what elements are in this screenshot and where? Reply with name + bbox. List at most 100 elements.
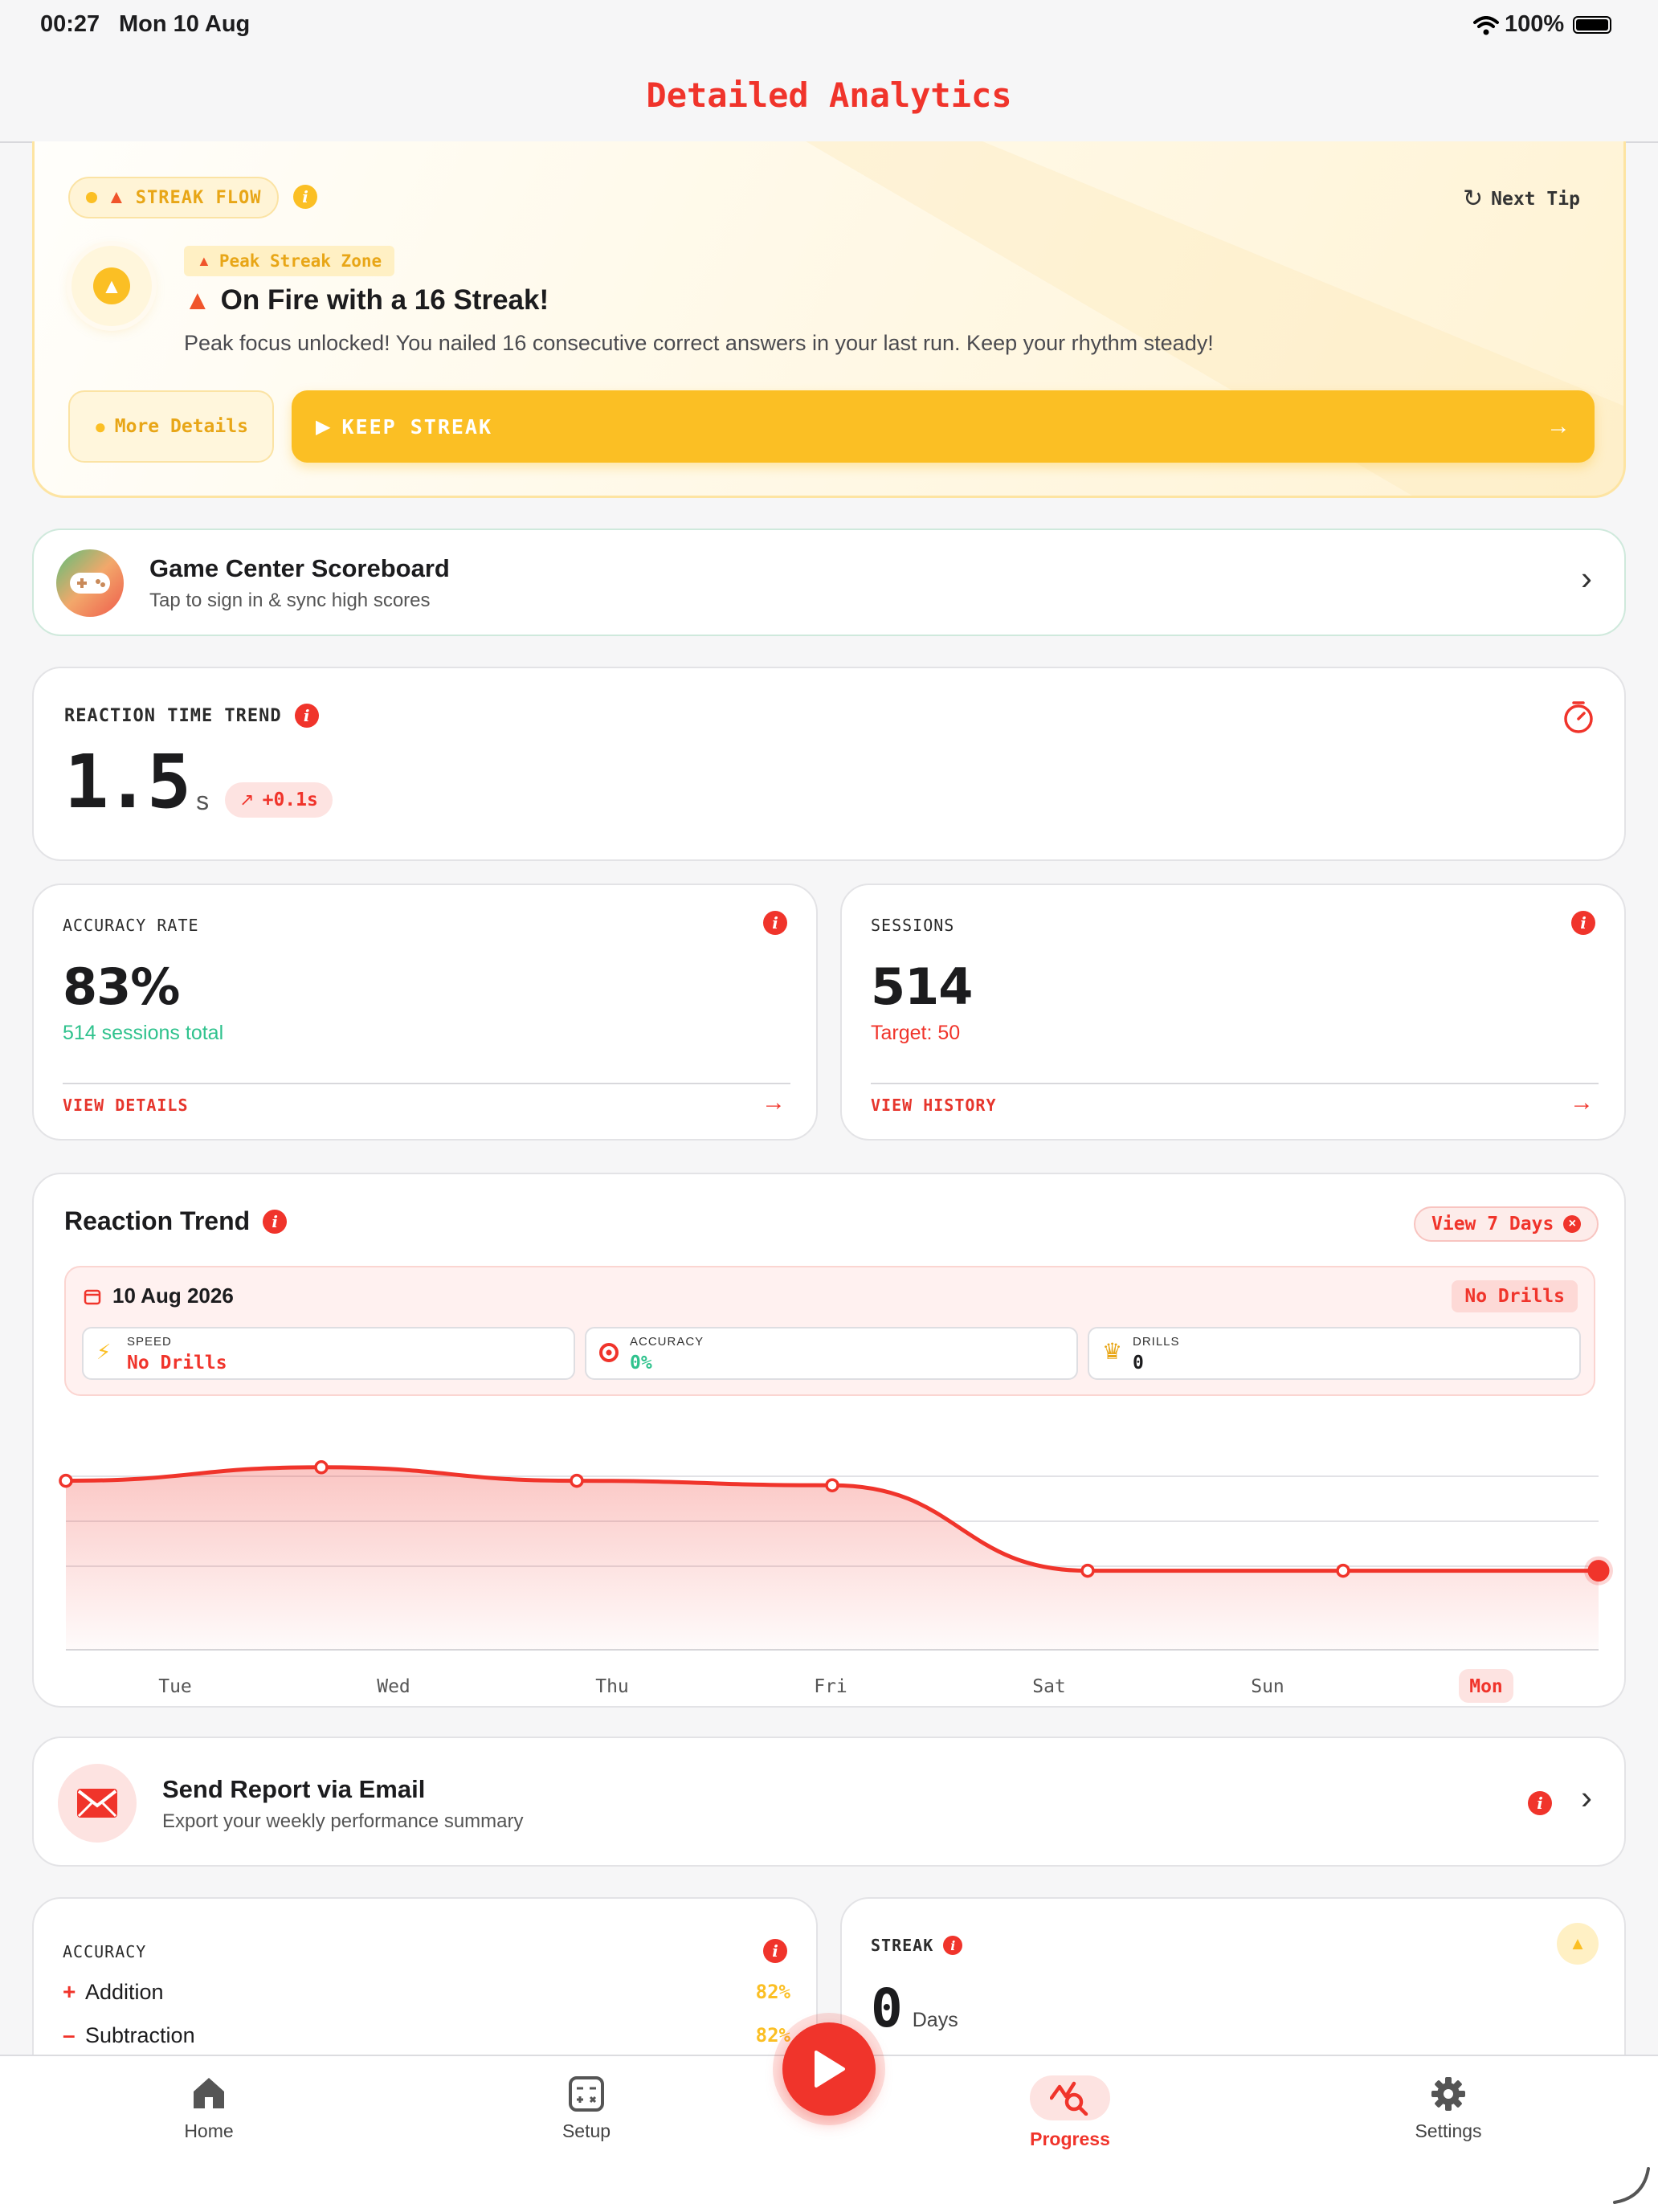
keep-streak-button[interactable]: ▶ KEEP STREAK → bbox=[292, 390, 1595, 463]
tab-home-label: Home bbox=[184, 2120, 234, 2141]
reaction-trend-header: Reaction Trend i bbox=[64, 1206, 288, 1236]
data-point-fri[interactable] bbox=[825, 1478, 839, 1492]
accuracy-row-subtraction: – Subtraction 82% bbox=[63, 2022, 790, 2048]
streak-headline-row: ▲ On Fire with a 16 Streak! bbox=[184, 284, 549, 316]
gear-icon bbox=[1431, 2077, 1465, 2111]
play-fab[interactable] bbox=[782, 2022, 876, 2116]
play-icon bbox=[815, 2051, 845, 2088]
arrow-right-icon[interactable]: → bbox=[1570, 1089, 1594, 1116]
data-point-thu[interactable] bbox=[570, 1473, 584, 1488]
x-tick-label-tue[interactable]: Tue bbox=[158, 1676, 192, 1697]
day-detail-date-row: 10 Aug 2026 bbox=[84, 1284, 234, 1308]
x-tick-label-thu[interactable]: Thu bbox=[595, 1676, 629, 1697]
reaction-trend-chart: Tue Wed Thu Fri Sat Sun Mon bbox=[59, 1460, 1613, 1703]
reaction-time-label: REACTION TIME TREND bbox=[64, 705, 282, 726]
metric-accuracy-label: ACCURACY bbox=[630, 1335, 704, 1349]
keep-streak-label: KEEP STREAK bbox=[341, 414, 493, 439]
streak-flow-label: STREAK FLOW bbox=[135, 187, 262, 208]
battery-icon bbox=[1573, 16, 1611, 34]
data-point-tue[interactable] bbox=[59, 1473, 73, 1488]
view-7-days-label: View 7 Days bbox=[1431, 1214, 1554, 1235]
streak-stat-unit: Days bbox=[912, 2009, 958, 2031]
divider bbox=[871, 1083, 1599, 1084]
mail-icon bbox=[77, 1789, 117, 1818]
tab-settings[interactable]: Settings bbox=[1368, 2075, 1529, 2172]
streak-stat-value-row: 0 Days bbox=[871, 1982, 958, 2035]
view-7-days-button[interactable]: View 7 Days × bbox=[1414, 1206, 1599, 1242]
info-icon[interactable]: i bbox=[293, 185, 317, 209]
chart-search-icon bbox=[1050, 2081, 1088, 2116]
corner-grabber-icon bbox=[1613, 2167, 1650, 2204]
email-report-row[interactable]: Send Report via Email Export your weekly… bbox=[32, 1737, 1626, 1867]
x-tick-label-fri[interactable]: Fri bbox=[814, 1676, 847, 1697]
delta-value: +0.1s bbox=[262, 790, 318, 810]
reaction-trend-card: Reaction Trend i View 7 Days × 10 Aug 20… bbox=[32, 1173, 1626, 1708]
calendar-icon bbox=[84, 1289, 101, 1304]
sessions-value: 514 bbox=[871, 957, 973, 1016]
tab-settings-label: Settings bbox=[1415, 2120, 1482, 2141]
info-icon[interactable]: i bbox=[763, 911, 787, 935]
minus-icon: – bbox=[63, 2022, 76, 2047]
play-icon: ▶ bbox=[316, 415, 331, 438]
accuracy-rate-card: ACCURACY RATE i 83% 514 sessions total V… bbox=[32, 884, 818, 1141]
game-center-row[interactable]: Game Center Scoreboard Tap to sign in & … bbox=[32, 529, 1626, 636]
metric-speed-value: No Drills bbox=[127, 1353, 227, 1373]
game-center-subtitle: Tap to sign in & sync high scores bbox=[149, 590, 431, 611]
arrow-right-icon: → bbox=[1546, 413, 1570, 439]
data-point-mon[interactable] bbox=[1587, 1560, 1610, 1582]
next-tip-button[interactable]: ↻ Next Tip bbox=[1463, 185, 1580, 213]
day-detail-panel: 10 Aug 2026 No Drills ⚡ SPEED No Drills … bbox=[64, 1266, 1595, 1396]
calculator-icon bbox=[569, 2076, 604, 2112]
sessions-target: Target: 50 bbox=[871, 1022, 961, 1044]
info-icon[interactable]: i bbox=[943, 1936, 963, 1955]
flame-icon: ▲ bbox=[93, 267, 130, 304]
tab-setup-label: Setup bbox=[562, 2120, 611, 2141]
info-icon[interactable]: i bbox=[1528, 1791, 1552, 1815]
flame-avatar: ▲ bbox=[71, 246, 152, 326]
info-icon[interactable]: i bbox=[263, 1209, 288, 1234]
x-tick-label-mon[interactable]: Mon bbox=[1469, 1676, 1503, 1697]
trend-area bbox=[66, 1467, 1599, 1650]
metric-speed-label: SPEED bbox=[127, 1335, 172, 1349]
wifi-icon bbox=[1473, 16, 1499, 35]
close-circle-icon: × bbox=[1563, 1215, 1582, 1233]
x-tick-label-sun[interactable]: Sun bbox=[1251, 1676, 1284, 1697]
tab-progress[interactable]: Progress bbox=[990, 2075, 1150, 2180]
email-report-subtitle: Export your weekly performance summary bbox=[162, 1810, 524, 1832]
x-tick-label-wed[interactable]: Wed bbox=[377, 1676, 410, 1697]
reaction-time-value: 1.5 bbox=[64, 739, 191, 825]
accuracy-rate-value: 83% bbox=[63, 957, 180, 1016]
tab-home[interactable]: Home bbox=[129, 2075, 289, 2172]
flame-icon: ▲ bbox=[197, 252, 211, 269]
reaction-time-header: REACTION TIME TREND i bbox=[64, 704, 319, 728]
status-date: Mon 10 Aug bbox=[119, 11, 251, 37]
info-icon[interactable]: i bbox=[763, 1939, 787, 1963]
streak-stat-label: STREAK bbox=[871, 1936, 934, 1955]
next-tip-label: Next Tip bbox=[1491, 188, 1580, 210]
more-details-button[interactable]: ● More Details bbox=[68, 390, 274, 463]
email-report-title: Send Report via Email bbox=[162, 1775, 426, 1803]
sessions-label: SESSIONS bbox=[871, 916, 955, 935]
accuracy-row-name: Addition bbox=[85, 1979, 164, 2004]
tab-bar: Home Setup Progress Settings bbox=[0, 2022, 1658, 2212]
peak-zone-label: Peak Streak Zone bbox=[218, 251, 382, 271]
info-icon[interactable]: i bbox=[1571, 911, 1595, 935]
view-details-link[interactable]: VIEW DETAILS bbox=[63, 1096, 189, 1115]
tab-setup[interactable]: Setup bbox=[506, 2075, 667, 2172]
gamepad-avatar bbox=[56, 549, 124, 617]
reaction-time-card: REACTION TIME TREND i 1.5 s ↗ +0.1s bbox=[32, 667, 1626, 861]
x-tick-label-sat[interactable]: Sat bbox=[1032, 1676, 1066, 1697]
house-icon bbox=[194, 2078, 224, 2108]
nav-header: Detailed Analytics bbox=[0, 51, 1658, 143]
reaction-time-unit: s bbox=[196, 786, 210, 815]
view-history-link[interactable]: VIEW HISTORY bbox=[871, 1096, 997, 1115]
sessions-card: SESSIONS i 514 Target: 50 VIEW HISTORY → bbox=[840, 884, 1626, 1141]
delta-badge: ↗ +0.1s bbox=[225, 782, 333, 818]
streak-stat-value: 0 bbox=[871, 1977, 903, 2039]
arrow-right-icon[interactable]: → bbox=[762, 1089, 786, 1116]
data-point-wed[interactable] bbox=[314, 1460, 329, 1475]
data-point-sat[interactable] bbox=[1080, 1563, 1095, 1578]
data-point-sun[interactable] bbox=[1336, 1563, 1350, 1578]
trophy-icon: ♛ bbox=[1102, 1339, 1123, 1364]
info-icon[interactable]: i bbox=[294, 704, 319, 728]
